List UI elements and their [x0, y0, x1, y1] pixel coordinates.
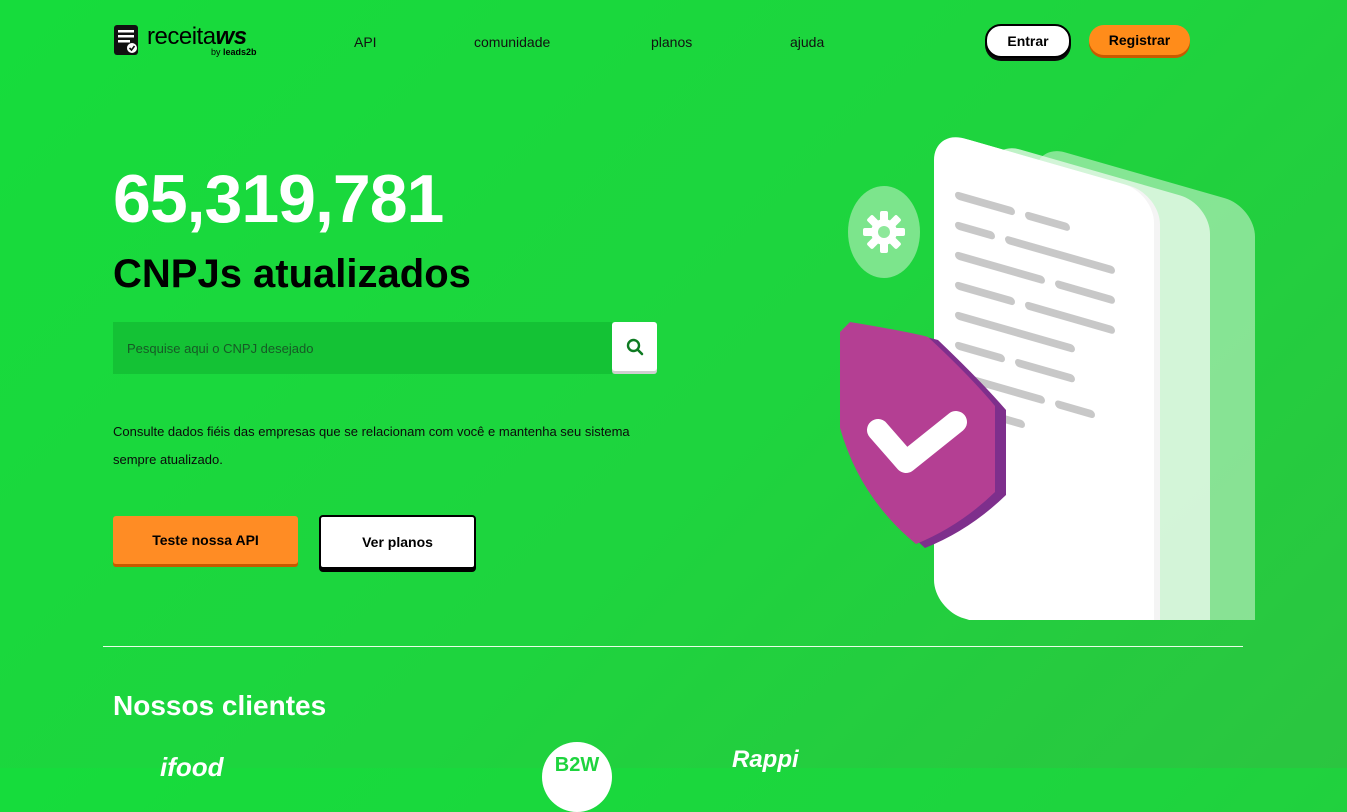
view-plans-button[interactable]: Ver planos — [319, 515, 476, 569]
gear-icon — [863, 211, 905, 253]
nav-item-api[interactable]: API — [354, 34, 377, 50]
test-api-button[interactable]: Teste nossa API — [113, 516, 298, 564]
login-button[interactable]: Entrar — [985, 24, 1071, 58]
client-logo-b2w: B2W — [542, 742, 612, 812]
search-icon — [626, 338, 643, 355]
logo[interactable]: receitaws by leads2b — [113, 24, 257, 57]
nav-item-comunidade[interactable]: comunidade — [474, 34, 550, 50]
client-logo-rappi: Rappi — [732, 746, 799, 773]
hero-description: Consulte dados fiéis das empresas que se… — [113, 424, 630, 467]
documents-shield-illustration — [840, 137, 1255, 620]
search-button[interactable] — [612, 322, 657, 371]
clients-title: Nossos clientes — [113, 690, 327, 721]
section-divider — [103, 646, 1243, 647]
hero-subtitle: CNPJs atualizados — [113, 252, 471, 296]
register-button[interactable]: Registrar — [1089, 25, 1190, 55]
nav-item-ajuda[interactable]: ajuda — [790, 34, 824, 50]
nav-item-planos[interactable]: planos — [651, 34, 692, 50]
document-logo-icon — [114, 25, 138, 55]
logo-byline: by leads2b — [211, 47, 257, 57]
cnpj-search-input[interactable] — [113, 322, 612, 374]
cnpj-count: 65,319,781 — [113, 161, 444, 237]
search-bar — [113, 322, 657, 374]
